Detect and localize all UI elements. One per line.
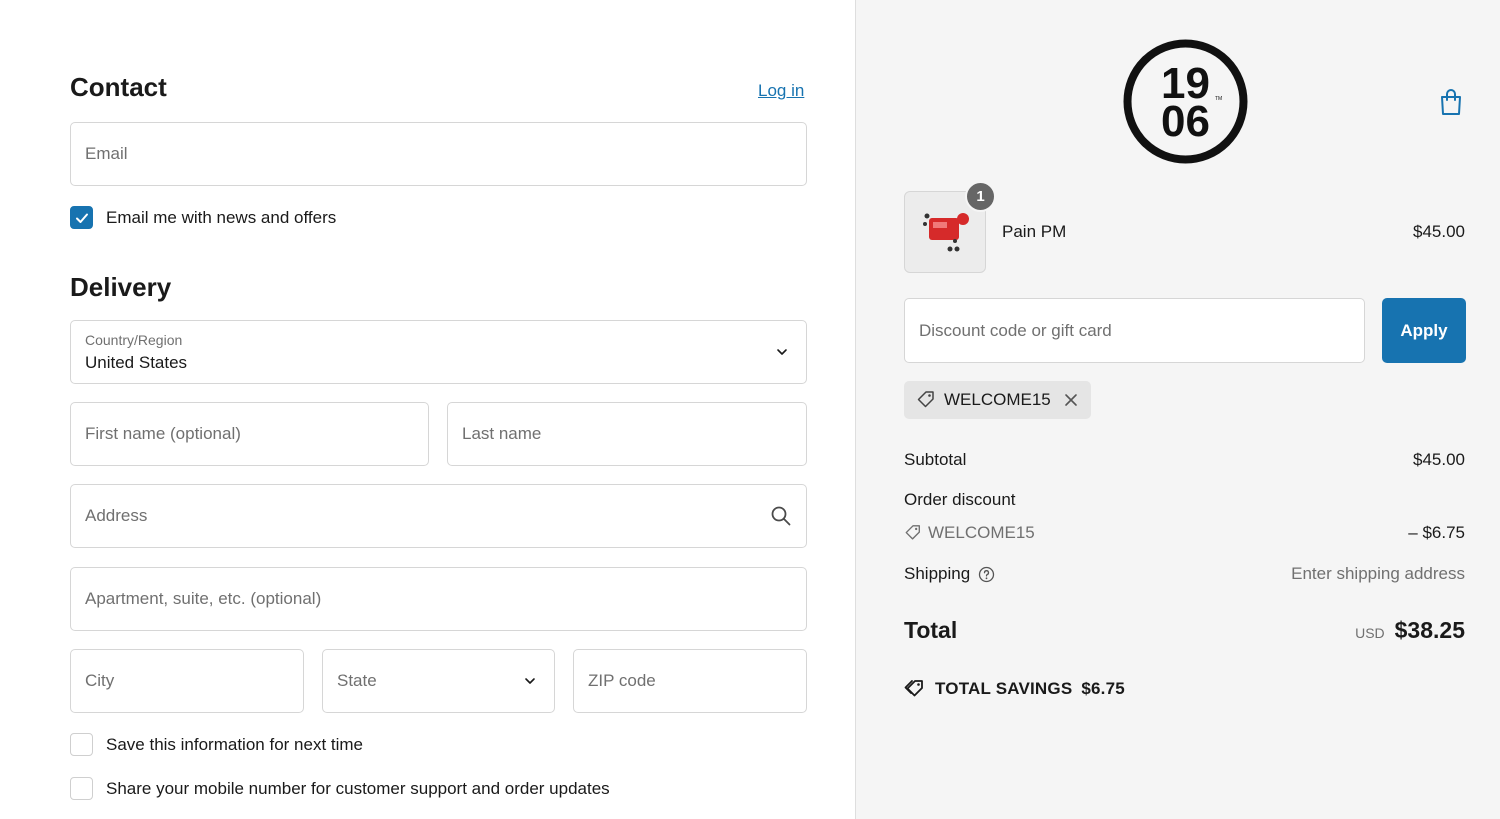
contact-heading: Contact <box>70 72 167 102</box>
chevron-down-icon <box>525 678 535 684</box>
address-placeholder: Address <box>85 506 148 525</box>
savings-label: TOTAL SAVINGS <box>935 679 1073 698</box>
logo-tm: TM <box>1215 96 1222 102</box>
first-name-field[interactable]: First name (optional) <box>70 402 429 466</box>
close-icon[interactable] <box>1063 392 1079 408</box>
product-price: $45.00 <box>1413 222 1465 241</box>
login-link[interactable]: Log in <box>758 81 804 101</box>
shopping-bag-icon[interactable] <box>1438 88 1464 116</box>
email-placeholder: Email <box>85 144 128 163</box>
apartment-placeholder: Apartment, suite, etc. (optional) <box>85 589 322 608</box>
first-name-placeholder: First name (optional) <box>85 424 241 443</box>
share-mobile-label: Share your mobile number for customer su… <box>106 778 610 798</box>
order-summary-panel: 19 06 TM 1 Pain PM $45.00 Discount code … <box>855 0 1500 819</box>
total-amount: USD $38.25 <box>1355 617 1465 644</box>
quantity-badge: 1 <box>965 181 996 212</box>
order-discount-code-row: WELCOME15 <box>904 523 1035 543</box>
total-value: $38.25 <box>1394 617 1465 643</box>
country-select[interactable]: Country/Region United States <box>70 320 807 384</box>
total-savings: TOTAL SAVINGS $6.75 <box>904 678 1125 700</box>
savings-value: $6.75 <box>1081 679 1125 698</box>
shipping-value: Enter shipping address <box>1291 564 1465 583</box>
subtotal-value: $45.00 <box>1413 450 1465 469</box>
state-placeholder: State <box>337 671 377 690</box>
savings-tag-icon <box>904 680 923 697</box>
save-info-checkbox[interactable] <box>70 733 93 756</box>
save-info-label: Save this information for next time <box>106 734 364 754</box>
chevron-down-icon <box>777 349 787 355</box>
last-name-placeholder: Last name <box>462 424 542 443</box>
checkmark-icon <box>75 213 88 223</box>
product-name: Pain PM <box>1002 222 1067 241</box>
subtotal-label: Subtotal <box>904 450 967 469</box>
delivery-heading: Delivery <box>70 272 172 302</box>
order-discount-label: Order discount <box>904 490 1016 509</box>
discount-placeholder: Discount code or gift card <box>919 320 1112 340</box>
save-info-row[interactable]: Save this information for next time <box>70 733 363 756</box>
country-value: United States <box>85 353 188 372</box>
discount-code-input[interactable]: Discount code or gift card <box>904 298 1365 363</box>
help-icon[interactable] <box>978 566 995 583</box>
order-discount-value: – $6.75 <box>1408 523 1465 542</box>
city-placeholder: City <box>85 671 115 690</box>
brand-logo[interactable]: 19 06 TM <box>1122 38 1249 165</box>
applied-discount-chip: WELCOME15 <box>904 381 1091 419</box>
applied-code: WELCOME15 <box>944 390 1051 409</box>
share-mobile-row[interactable]: Share your mobile number for customer su… <box>70 777 610 800</box>
total-label: Total <box>904 617 958 643</box>
shipping-label: Shipping <box>904 564 971 583</box>
country-label: Country/Region <box>85 332 183 348</box>
checkout-form-panel: Contact Log in Email Email me with news … <box>0 0 855 819</box>
tag-icon <box>905 525 920 540</box>
newsletter-checkbox[interactable] <box>70 206 93 229</box>
last-name-field[interactable]: Last name <box>447 402 807 466</box>
city-field[interactable]: City <box>70 649 304 713</box>
search-icon[interactable] <box>770 505 792 527</box>
address-field[interactable]: Address <box>70 484 807 548</box>
state-select[interactable]: State <box>322 649 555 713</box>
zip-field[interactable]: ZIP code <box>573 649 807 713</box>
total-currency: USD <box>1355 625 1385 641</box>
apply-button[interactable]: Apply <box>1382 298 1466 363</box>
tag-icon <box>917 391 934 408</box>
share-mobile-checkbox[interactable] <box>70 777 93 800</box>
order-discount-code: WELCOME15 <box>928 523 1035 542</box>
zip-placeholder: ZIP code <box>588 671 656 690</box>
newsletter-checkbox-row[interactable]: Email me with news and offers <box>70 206 336 229</box>
logo-text-bottom: 06 <box>1161 97 1210 146</box>
apartment-field[interactable]: Apartment, suite, etc. (optional) <box>70 567 807 631</box>
shipping-row: Shipping <box>904 564 995 584</box>
email-field[interactable]: Email <box>70 122 807 186</box>
newsletter-label: Email me with news and offers <box>106 207 337 227</box>
